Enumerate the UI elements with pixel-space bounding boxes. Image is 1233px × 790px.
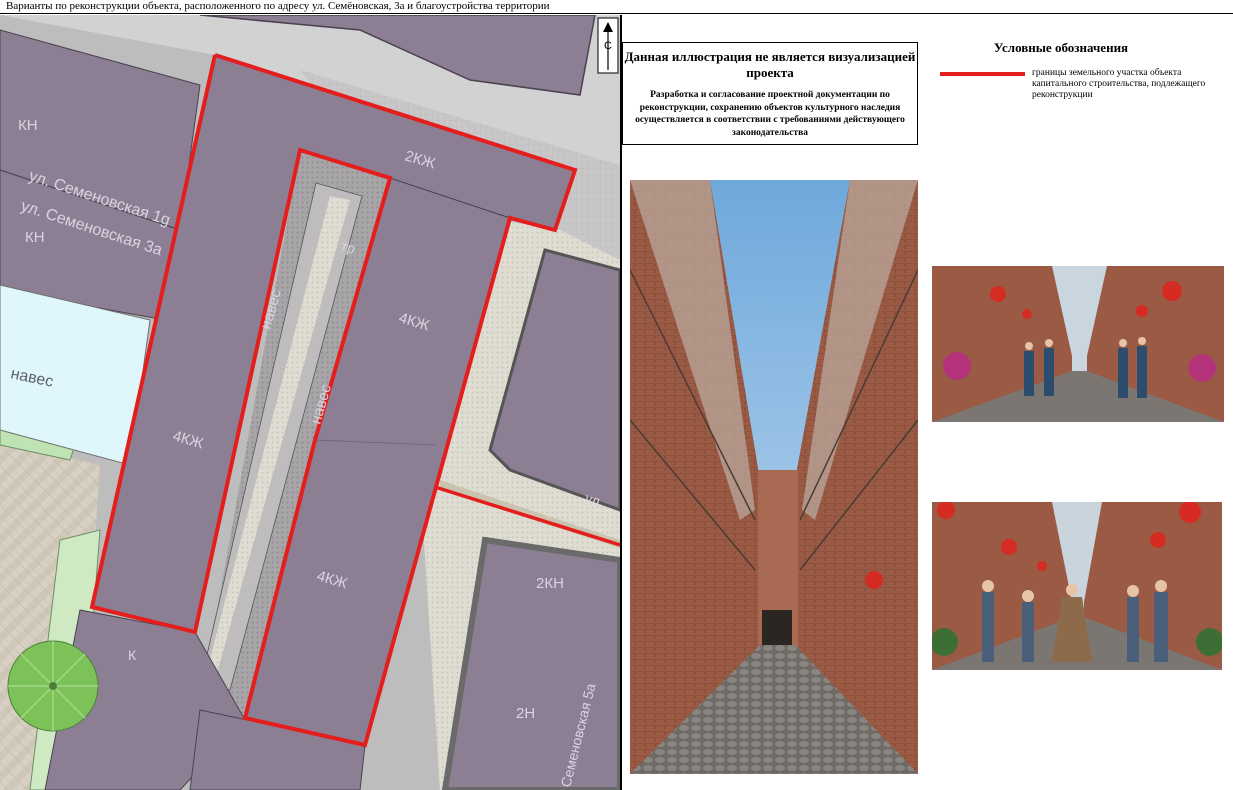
north-arrow-icon: С xyxy=(597,17,619,74)
disclaimer-box: Данная иллюстрация не является визуализа… xyxy=(622,42,918,145)
site-plan-map: С КН КН ул. Семеновская 1g ул. Семеновск… xyxy=(0,15,620,790)
courtyard-photo-group xyxy=(932,502,1222,670)
page-header: Варианты по реконструкции объекта, распо… xyxy=(0,0,1233,14)
disclaimer-title: Данная иллюстрация не является визуализа… xyxy=(624,49,916,80)
legend-boundary-label: границы земельного участка объекта капит… xyxy=(1032,68,1206,100)
label-kn-mid: КН xyxy=(25,229,45,246)
label-k: К xyxy=(128,647,137,663)
header-title: Варианты по реконструкции объекта, распо… xyxy=(6,0,550,12)
compass-letter: С xyxy=(604,40,612,52)
site-plan-svg: С КН КН ул. Семеновская 1g ул. Семеновск… xyxy=(0,15,620,790)
label-kn-top: КН xyxy=(18,117,38,134)
label-2n: 2Н xyxy=(516,705,535,722)
courtyard-photo-tall xyxy=(630,180,918,774)
label-2kn: 2КН xyxy=(536,575,564,592)
courtyard-photo-visitors xyxy=(932,266,1224,422)
legend-title: Условные обозначения xyxy=(993,40,1129,55)
legend-boundary-swatch xyxy=(940,72,1025,76)
disclaimer-body: Разработка и согласование проектной доку… xyxy=(635,90,905,138)
tree-icon xyxy=(7,640,99,732)
